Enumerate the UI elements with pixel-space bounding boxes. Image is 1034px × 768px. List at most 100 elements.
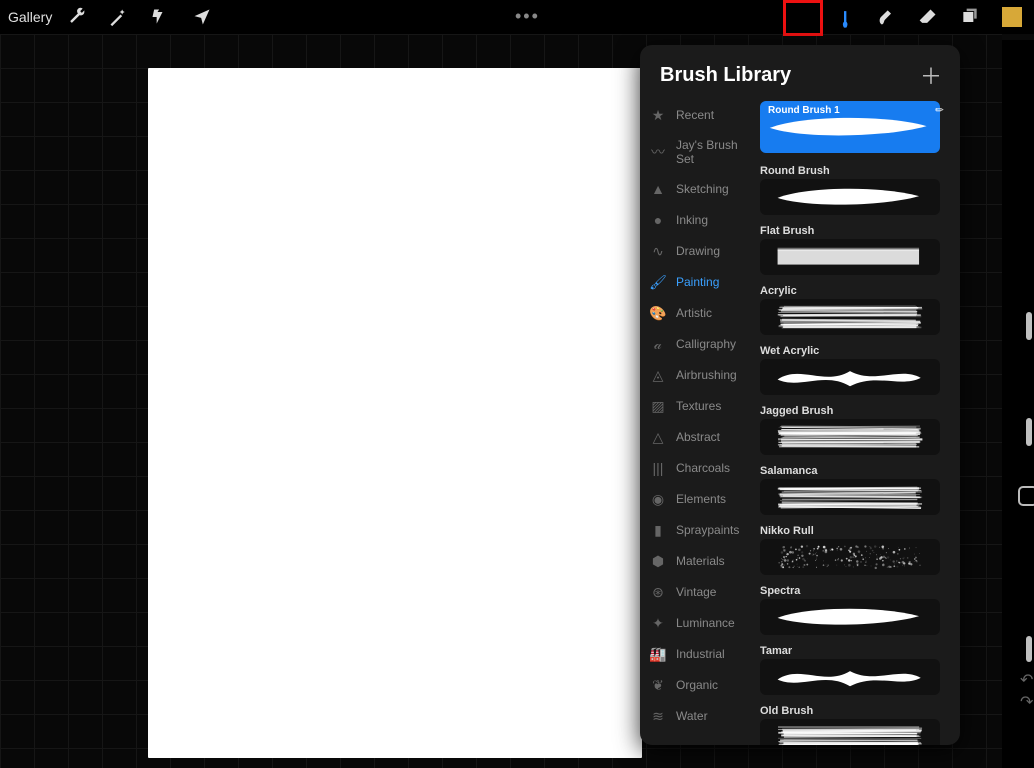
brush-item-spectra[interactable]: Spectra: [760, 585, 950, 635]
canvas[interactable]: [148, 68, 642, 758]
brush-size-slider[interactable]: [1026, 312, 1032, 340]
smudge-tool-icon[interactable]: [876, 7, 896, 27]
brush-item-nikko-rull[interactable]: Nikko Rull: [760, 525, 950, 575]
category-item-water[interactable]: ≋ Water: [640, 702, 756, 730]
category-item-artistic[interactable]: 🎨Artistic: [640, 299, 756, 327]
category-icon: ▲: [650, 181, 666, 197]
undo-button[interactable]: [1026, 636, 1032, 662]
category-list: ★ Recent 〰Jay's Brush Set ▲Sketching ●Inking…: [640, 101, 756, 745]
category-icon: ●: [650, 212, 666, 228]
arrow-icon[interactable]: [192, 7, 212, 27]
brush-item-jagged-brush[interactable]: Jagged Brush: [760, 405, 950, 455]
brush-library-panel: Brush Library ＋ ★ Recent 〰Jay's Brush Set ▲…: [640, 45, 960, 745]
category-item-inking[interactable]: ●Inking: [640, 206, 756, 234]
category-item-textures[interactable]: ▨ Textures: [640, 392, 756, 420]
category-label: Airbrushing: [676, 368, 737, 382]
brush-item-old-brush[interactable]: Old Brush: [760, 705, 950, 745]
opacity-slider[interactable]: [1026, 418, 1032, 446]
category-label: Vintage: [676, 585, 716, 599]
category-label: Abstract: [676, 430, 720, 444]
eraser-tool-icon[interactable]: [918, 7, 938, 27]
brush-name: Spectra: [760, 585, 950, 597]
category-item-luminance[interactable]: ✦ Luminance: [640, 609, 756, 637]
wrench-icon[interactable]: [66, 7, 86, 27]
select-icon[interactable]: [150, 7, 170, 27]
category-label: Elements: [676, 492, 726, 506]
category-label: Spraypaints: [676, 523, 739, 537]
category-item-calligraphy[interactable]: 𝒶Calligraphy: [640, 330, 756, 358]
category-item-sketching[interactable]: ▲Sketching: [640, 175, 756, 203]
category-icon: ❦: [650, 677, 666, 693]
category-icon: ∿: [650, 243, 666, 259]
brush-name: Jagged Brush: [760, 405, 950, 417]
category-item-spraypaints[interactable]: ▮ Spraypaints: [640, 516, 756, 544]
brush-preview: [760, 719, 940, 745]
category-label: Organic: [676, 678, 718, 692]
brush-list: Round Brush 1✎ Round Brush Flat Brush Acryl…: [756, 101, 960, 745]
color-swatch[interactable]: [1002, 7, 1022, 27]
category-item-charcoals[interactable]: ||| Charcoals: [640, 454, 756, 482]
layers-icon[interactable]: [960, 7, 980, 27]
brush-item-salamanca[interactable]: Salamanca: [760, 465, 950, 515]
topbar: Gallery •••: [0, 0, 1034, 34]
category-item-elements[interactable]: ◉ Elements: [640, 485, 756, 513]
category-label: Materials: [676, 554, 725, 568]
brush-name: Round Brush: [760, 165, 950, 177]
category-item-painting[interactable]: 🖌 Painting: [640, 268, 756, 296]
brush-name: Round Brush 1: [760, 101, 848, 116]
brush-item-tamar[interactable]: Tamar: [760, 645, 950, 695]
category-icon: ▮: [650, 522, 666, 538]
brush-preview: [760, 539, 940, 575]
tutorial-highlight: [783, 0, 823, 36]
category-label: Recent: [676, 108, 714, 122]
brush-item-round-brush[interactable]: Round Brush: [760, 165, 950, 215]
brush-preview: [760, 359, 940, 395]
more-options-icon[interactable]: •••: [515, 6, 540, 27]
category-label: Textures: [676, 399, 721, 413]
category-icon: ≋: [650, 708, 666, 724]
brush-preview: [760, 659, 940, 695]
category-icon: 🖌: [650, 274, 666, 290]
category-label: Luminance: [676, 616, 735, 630]
category-icon: |||: [650, 460, 666, 476]
category-icon: ◉: [650, 491, 666, 507]
brush-name: Wet Acrylic: [760, 345, 950, 357]
category-item-airbrushing[interactable]: ◬ Airbrushing: [640, 361, 756, 389]
right-sidebar: ↶ ↷: [1002, 40, 1034, 768]
brush-preview: [760, 599, 940, 635]
brush-item-wet-acrylic[interactable]: Wet Acrylic: [760, 345, 950, 395]
modify-button[interactable]: [1018, 486, 1034, 506]
brush-item-flat-brush[interactable]: Flat Brush: [760, 225, 950, 275]
category-label: Charcoals: [676, 461, 730, 475]
panel-title: Brush Library: [660, 64, 791, 87]
brush-preview: [760, 179, 940, 215]
category-label: Jay's Brush Set: [676, 138, 750, 166]
category-icon: ⊛: [650, 584, 666, 600]
brush-item-round-brush-1[interactable]: Round Brush 1✎: [760, 101, 950, 153]
category-label: Painting: [676, 275, 719, 289]
category-item-industrial[interactable]: 🏭Industrial: [640, 640, 756, 668]
category-item-jay-s-brush-set[interactable]: 〰Jay's Brush Set: [640, 132, 756, 172]
category-item-materials[interactable]: ⬢Materials: [640, 547, 756, 575]
category-item-drawing[interactable]: ∿Drawing: [640, 237, 756, 265]
brush-name: Nikko Rull: [760, 525, 950, 537]
category-item-recent[interactable]: ★ Recent: [640, 101, 756, 129]
category-icon: 𝒶: [650, 336, 666, 352]
category-icon: ★: [650, 107, 666, 123]
add-brush-button[interactable]: ＋: [920, 59, 942, 91]
category-item-organic[interactable]: ❦ Organic: [640, 671, 756, 699]
category-item-vintage[interactable]: ⊛ Vintage: [640, 578, 756, 606]
undo-icon[interactable]: ↶: [1020, 670, 1033, 690]
category-icon: ◬: [650, 367, 666, 383]
gallery-button[interactable]: Gallery: [8, 9, 52, 25]
category-item-abstract[interactable]: △Abstract: [640, 423, 756, 451]
category-icon: ✦: [650, 615, 666, 631]
wand-icon[interactable]: [108, 7, 128, 27]
redo-icon[interactable]: ↷: [1020, 692, 1033, 712]
category-icon: 🎨: [650, 305, 666, 321]
category-label: Water: [676, 709, 708, 723]
brush-tool-icon[interactable]: [830, 3, 858, 31]
brush-name: Salamanca: [760, 465, 950, 477]
category-icon: ▨: [650, 398, 666, 414]
brush-item-acrylic[interactable]: Acrylic: [760, 285, 950, 335]
